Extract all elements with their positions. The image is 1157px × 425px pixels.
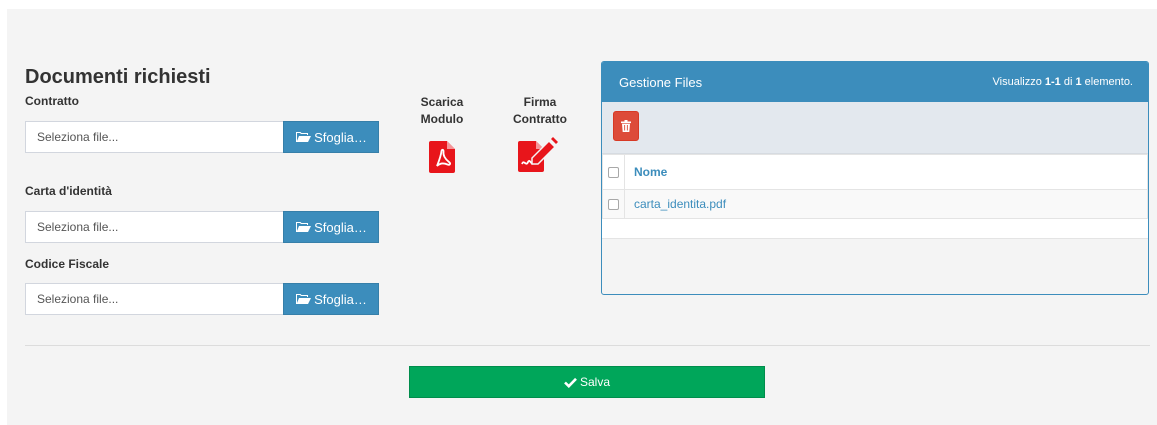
- carta-identita-file-group: Seleziona file... Sfoglia…: [25, 211, 379, 243]
- table-footer-space: [602, 219, 1148, 239]
- files-panel-title: Gestione Files: [619, 74, 703, 90]
- codice-fiscale-file-group: Seleziona file... Sfoglia…: [25, 283, 379, 315]
- table-row: carta_identita.pdf: [602, 189, 1148, 219]
- carta-identita-browse-button[interactable]: Sfoglia…: [283, 211, 379, 243]
- file-pdf-icon[interactable]: [429, 141, 457, 173]
- summary-suffix: elemento.: [1081, 76, 1133, 88]
- select-all-checkbox[interactable]: [608, 167, 619, 179]
- contratto-label: Contratto: [25, 94, 79, 108]
- files-toolbar: [602, 102, 1148, 154]
- summary-range: 1-1: [1044, 76, 1061, 88]
- row-checkbox-cell: [602, 189, 625, 219]
- signature-icon[interactable]: [518, 137, 558, 173]
- contratto-file-group: Seleziona file... Sfoglia…: [25, 121, 379, 153]
- save-button[interactable]: Salva: [409, 366, 765, 398]
- select-all-cell: [602, 154, 625, 190]
- firma-contratto-label: Firma Contratto: [505, 94, 575, 128]
- scarica-modulo-label: Scarica Modulo: [407, 94, 477, 128]
- carta-identita-label: Carta d'identità: [25, 184, 112, 198]
- contratto-browse-button[interactable]: Sfoglia…: [283, 121, 379, 153]
- carta-identita-file-input[interactable]: Seleziona file...: [25, 211, 283, 243]
- folder-open-icon: [296, 132, 312, 142]
- section-title: Documenti richiesti: [25, 66, 211, 88]
- files-table: Nome carta_identita.pdf: [602, 154, 1148, 219]
- delete-button[interactable]: [613, 111, 639, 141]
- files-summary: Visualizzo 1-1 di 1 elemento.: [993, 76, 1133, 88]
- codice-fiscale-browse-button[interactable]: Sfoglia…: [283, 283, 379, 315]
- trash-icon: [621, 120, 631, 132]
- scarica-modulo-line2: Modulo: [420, 112, 464, 126]
- carta-identita-browse-label: Sfoglia…: [314, 219, 367, 235]
- check-icon: [564, 377, 577, 388]
- scarica-modulo-line1: Scarica: [420, 95, 464, 109]
- divider: [25, 345, 1150, 346]
- firma-contratto-line1: Firma: [523, 95, 557, 109]
- firma-contratto-line2: Contratto: [513, 112, 567, 126]
- summary-mid: di: [1060, 76, 1076, 88]
- file-name-link[interactable]: carta_identita.pdf: [624, 189, 1148, 219]
- row-checkbox[interactable]: [608, 199, 619, 211]
- codice-fiscale-file-input[interactable]: Seleziona file...: [25, 283, 283, 315]
- contratto-file-input[interactable]: Seleziona file...: [25, 121, 283, 153]
- contratto-browse-label: Sfoglia…: [314, 129, 367, 145]
- column-header-nome[interactable]: Nome: [624, 154, 1148, 190]
- table-header-row: Nome: [602, 154, 1148, 190]
- files-panel: Gestione Files Visualizzo 1-1 di 1 eleme…: [601, 61, 1149, 295]
- codice-fiscale-label: Codice Fiscale: [25, 257, 110, 271]
- files-panel-header: Gestione Files Visualizzo 1-1 di 1 eleme…: [602, 62, 1148, 102]
- codice-fiscale-browse-label: Sfoglia…: [314, 291, 367, 307]
- folder-open-icon: [296, 294, 312, 304]
- summary-prefix: Visualizzo: [992, 76, 1045, 88]
- save-label: Salva: [579, 375, 611, 389]
- folder-open-icon: [296, 222, 312, 232]
